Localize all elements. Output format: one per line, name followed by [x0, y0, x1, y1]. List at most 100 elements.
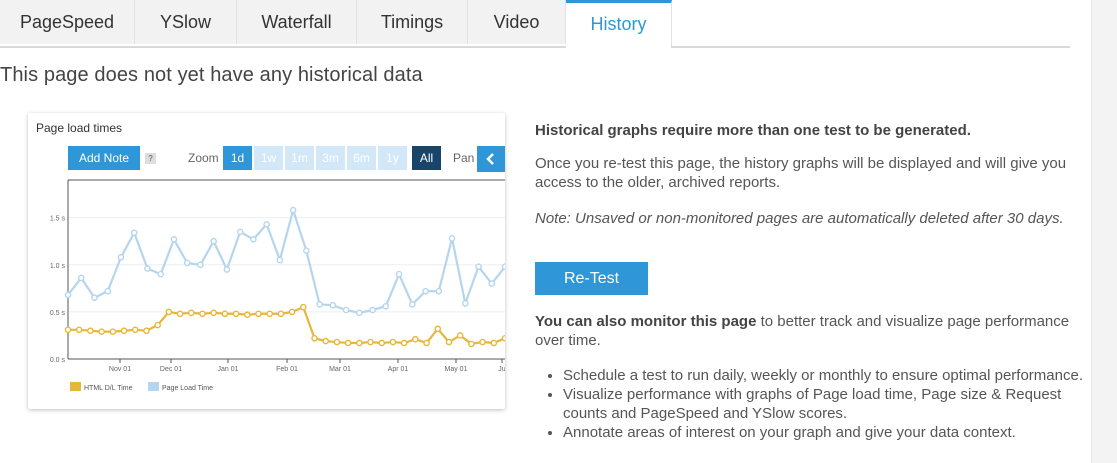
tab-bar: PageSpeed YSlow Waterfall Timings Video …	[0, 0, 1070, 49]
data-point	[289, 206, 297, 214]
x-tick-label: Dec 01	[160, 366, 182, 373]
data-point	[276, 256, 284, 264]
tab-history[interactable]: History	[566, 0, 672, 49]
data-point	[170, 236, 178, 243]
x-tick-label: Apr 01	[388, 366, 409, 373]
data-point	[322, 337, 330, 345]
data-point	[232, 310, 240, 318]
pan-left-button[interactable]	[477, 146, 505, 172]
data-point	[87, 327, 94, 335]
series-line-1	[67, 206, 505, 314]
x-tick-label: Mar 01	[329, 366, 351, 373]
zoom-1y-button[interactable]: 1y	[378, 146, 407, 170]
data-point	[501, 263, 505, 270]
zoom-all-button[interactable]: All	[412, 146, 441, 170]
data-point	[157, 270, 164, 278]
data-point	[288, 308, 296, 316]
data-point	[223, 266, 231, 273]
data-point	[479, 338, 486, 346]
zoom-1m-button[interactable]: 1m	[285, 146, 314, 170]
data-point	[64, 291, 72, 299]
data-point	[395, 270, 403, 278]
data-point	[300, 303, 307, 311]
zoom-label: Zoom	[188, 151, 219, 165]
tab-waterfall[interactable]: Waterfall	[237, 0, 357, 44]
legend-label: Page Load Time	[162, 385, 213, 392]
data-point	[445, 338, 453, 346]
series-line-0	[68, 305, 505, 346]
x-tick-label: Jan 01	[217, 366, 238, 373]
tab-timings[interactable]: Timings	[357, 0, 468, 44]
add-note-button[interactable]: Add Note	[68, 146, 140, 170]
tab-yslow[interactable]: YSlow	[135, 0, 237, 44]
data-point	[412, 335, 419, 343]
x-tick-label: Nov 01	[109, 366, 131, 373]
data-point	[210, 309, 217, 317]
data-point	[255, 310, 262, 318]
data-point	[250, 236, 257, 243]
data-point	[109, 328, 117, 335]
data-point	[382, 302, 390, 310]
data-point	[243, 311, 251, 319]
data-point	[199, 310, 206, 318]
info-heading: Historical graphs require more than one …	[535, 122, 971, 139]
chart-card: 0.0 s 0.5 s 1.0 s 1.5 s Nov 01 Dec 01 Jan 01 Fe…	[28, 113, 505, 409]
legend-label: HTML D/L Time	[84, 385, 133, 392]
data-point	[266, 310, 273, 318]
data-point	[197, 261, 204, 269]
x-tick-label: May 01	[445, 366, 468, 373]
chart-title: Page load times	[36, 121, 123, 135]
y-tick-label: 1.0 s	[50, 263, 66, 270]
data-point	[263, 220, 270, 228]
page-title: This page does not yet have any historic…	[0, 64, 423, 86]
data-point	[91, 294, 98, 302]
data-point	[98, 328, 105, 335]
data-point	[367, 338, 374, 346]
data-point	[488, 280, 496, 287]
data-point	[378, 339, 386, 347]
data-point	[342, 306, 350, 314]
list-item: Annotate areas of interest on your graph…	[563, 423, 1103, 442]
data-point	[422, 287, 429, 295]
data-point	[423, 339, 430, 347]
x-tick-label: Ju	[498, 366, 505, 373]
y-tick-label: 1.5 s	[50, 216, 66, 223]
data-point	[461, 300, 469, 307]
y-tick-label: 0.0 s	[50, 357, 66, 364]
data-point	[344, 339, 352, 347]
list-item: Visualize performance with graphs of Pag…	[563, 385, 1103, 423]
zoom-1d-button[interactable]: 1d	[223, 146, 252, 170]
legend-swatch	[148, 382, 159, 391]
zoom-6m-button[interactable]: 6m	[347, 146, 376, 170]
y-tick-label: 0.5 s	[50, 310, 66, 317]
data-point	[311, 334, 318, 342]
data-point	[389, 338, 397, 346]
data-point	[329, 301, 337, 309]
legend-swatch	[70, 382, 81, 391]
data-point	[356, 339, 363, 347]
data-point	[221, 310, 229, 318]
data-point	[501, 334, 505, 342]
zoom-1w-button[interactable]: 1w	[254, 146, 283, 170]
data-point	[435, 287, 443, 295]
chevron-left-icon	[486, 153, 494, 165]
benefit-list: Schedule a test to run daily, weekly or …	[535, 366, 1103, 442]
tab-pagespeed[interactable]: PageSpeed	[0, 0, 135, 44]
zoom-3m-button[interactable]: 3m	[316, 146, 345, 170]
data-point	[400, 339, 408, 347]
data-point	[303, 247, 310, 254]
data-point	[64, 326, 72, 334]
data-point	[144, 265, 151, 272]
tab-video[interactable]: Video	[468, 0, 566, 44]
data-point	[183, 259, 191, 267]
data-point	[77, 274, 85, 282]
data-point	[333, 338, 341, 346]
data-point	[236, 228, 244, 236]
data-point	[448, 235, 456, 242]
data-point	[187, 309, 195, 317]
retest-button[interactable]: Re-Test	[535, 262, 648, 295]
data-point	[468, 340, 475, 348]
data-point	[456, 332, 464, 339]
data-point	[104, 287, 112, 295]
help-icon[interactable]: ?	[145, 153, 156, 164]
